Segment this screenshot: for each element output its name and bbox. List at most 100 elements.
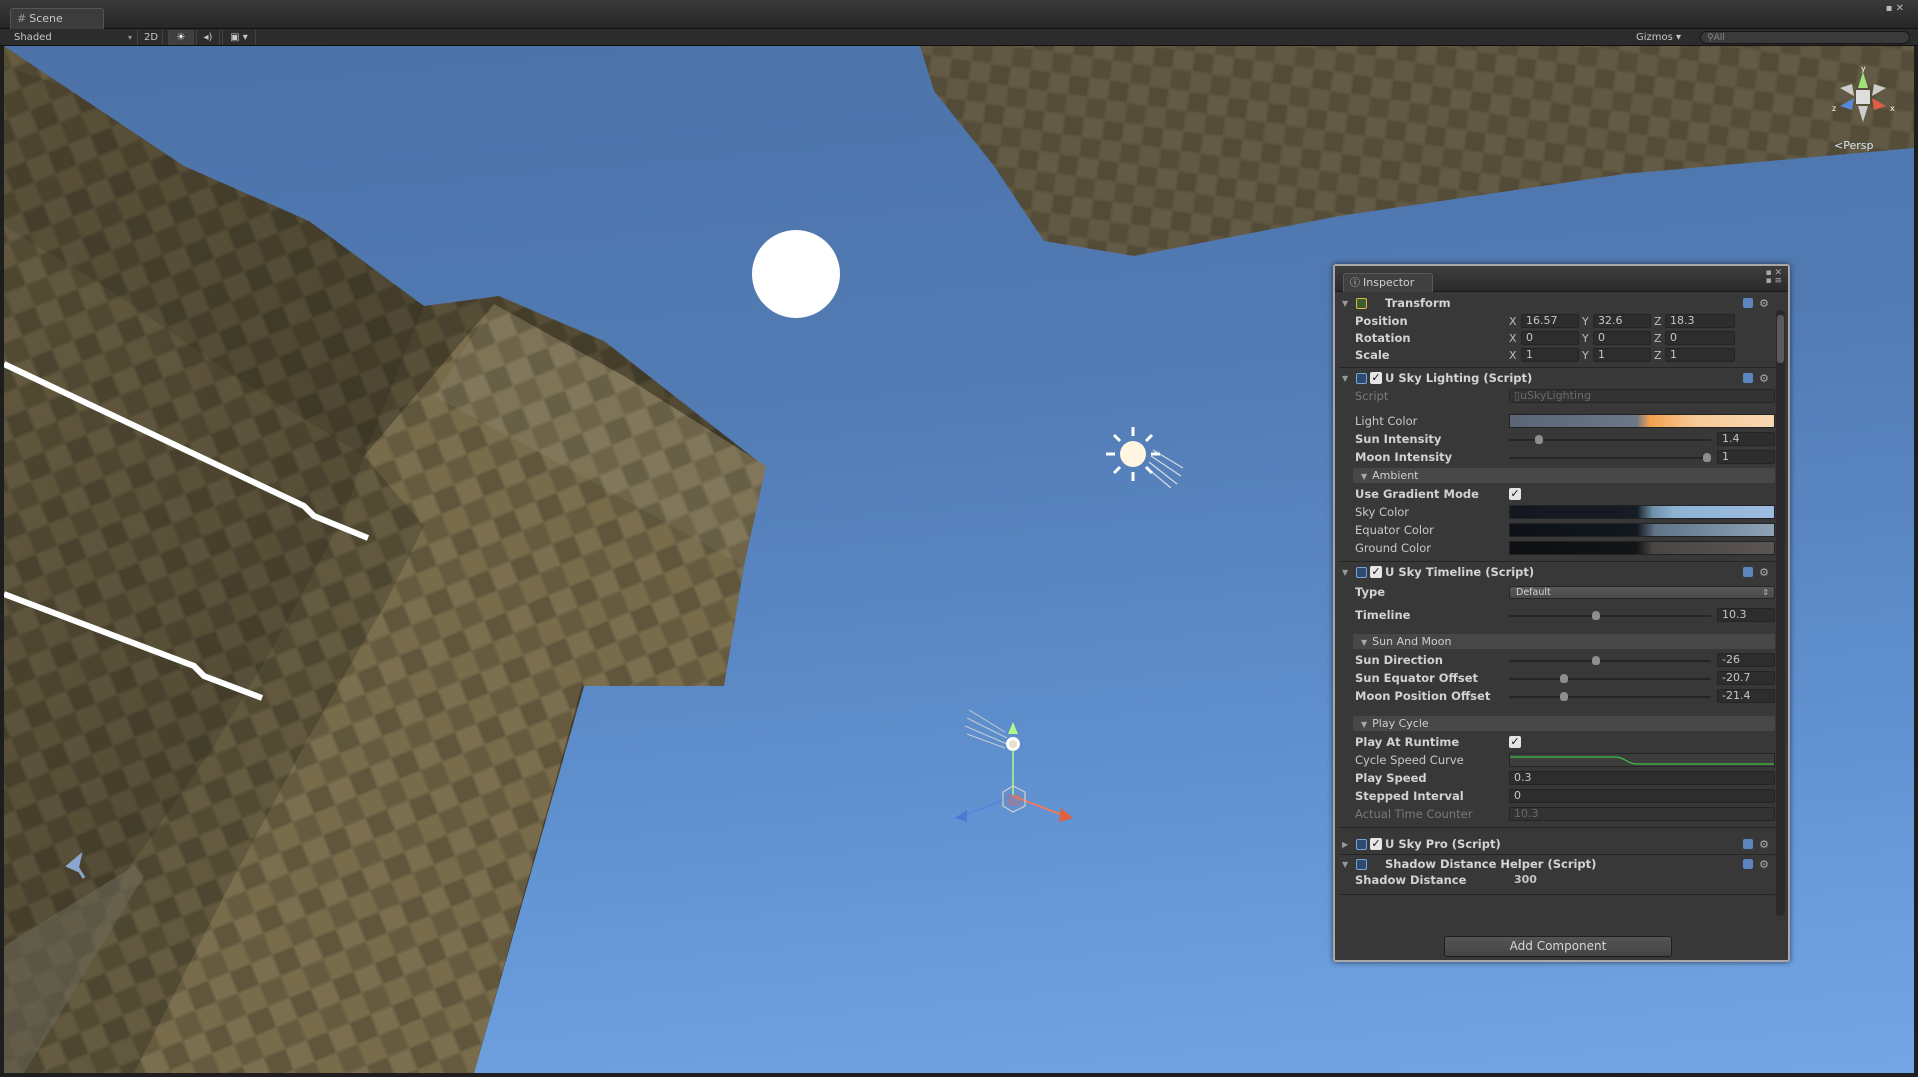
position-label: Position xyxy=(1355,314,1408,328)
sky-lighting-header[interactable]: ▼ ✓ U Sky Lighting (Script) ⚙ xyxy=(1339,369,1775,388)
sun-direction-row: Sun Direction -26 xyxy=(1339,652,1775,669)
ambient-header: ▼ Ambient xyxy=(1353,468,1775,483)
rotation-y-field[interactable]: 0 xyxy=(1593,331,1651,345)
speaker-icon[interactable]: ◂) xyxy=(196,30,220,45)
moon-position-slider[interactable] xyxy=(1509,696,1711,698)
inspector-window-controls[interactable]: ▪ ✕ ▪ ≡ xyxy=(1765,269,1782,286)
position-x-field[interactable]: 16.57 xyxy=(1521,314,1579,328)
sun-equator-slider[interactable] xyxy=(1509,678,1711,680)
component-menu[interactable]: ⚙ xyxy=(1743,369,1769,388)
rotation-z-field[interactable]: 0 xyxy=(1665,331,1735,345)
component-enabled-checkbox[interactable]: ✓ xyxy=(1370,566,1382,578)
slider-knob[interactable] xyxy=(1591,611,1600,620)
slider-knob[interactable] xyxy=(1559,674,1568,683)
add-component-button[interactable]: Add Component xyxy=(1444,936,1672,957)
cycle-curve-label: Cycle Speed Curve xyxy=(1355,753,1464,767)
gizmos-dropdown[interactable]: Gizmos ▾ xyxy=(1636,30,1696,45)
position-z-field[interactable]: 18.3 xyxy=(1665,314,1735,328)
sun-direction-label: Sun Direction xyxy=(1355,653,1443,667)
rotation-x-field[interactable]: 0 xyxy=(1521,331,1579,345)
stepped-interval-field[interactable]: 0 xyxy=(1509,789,1775,803)
moon-intensity-row: Moon Intensity 1 xyxy=(1339,449,1775,466)
sun-icon[interactable]: ☀ xyxy=(168,30,194,45)
type-dropdown[interactable]: Default ⇕ xyxy=(1509,586,1775,599)
gizmos-label: Gizmos xyxy=(1636,32,1673,43)
slider-knob[interactable] xyxy=(1535,435,1544,444)
gear-icon: ⚙ xyxy=(1759,297,1769,310)
inspector-scrollbar[interactable] xyxy=(1776,310,1785,916)
ambient-foldout[interactable]: ▼ Ambient xyxy=(1339,467,1775,484)
image-effects-icon[interactable]: ▣ ▾ xyxy=(222,30,256,45)
play-speed-label: Play Speed xyxy=(1355,771,1427,785)
scene-tabbar: # Scene ▪ ✕ xyxy=(0,0,1918,29)
light-color-gradient[interactable] xyxy=(1509,414,1775,428)
scale-y-field[interactable]: 1 xyxy=(1593,348,1651,362)
moon-intensity-field[interactable]: 1 xyxy=(1717,450,1775,464)
slider-knob[interactable] xyxy=(1702,453,1711,462)
sky-timeline-header[interactable]: ▼ ✓ U Sky Timeline (Script) ⚙ xyxy=(1339,563,1775,582)
scale-x-field[interactable]: 1 xyxy=(1521,348,1579,362)
component-menu[interactable]: ⚙ xyxy=(1743,835,1769,854)
play-speed-field[interactable]: 0.3 xyxy=(1509,771,1775,785)
stepped-interval-label: Stepped Interval xyxy=(1355,789,1464,803)
light-color-row: Light Color xyxy=(1339,413,1775,430)
equator-color-gradient[interactable] xyxy=(1509,523,1775,537)
inspector-tab[interactable]: ⓘ Inspector xyxy=(1343,273,1433,292)
shading-mode-dropdown[interactable]: Shaded ▾ xyxy=(14,30,132,45)
sun-equator-field[interactable]: -20.7 xyxy=(1717,671,1775,685)
sky-pro-header[interactable]: ▶ ✓ U Sky Pro (Script) ⚙ xyxy=(1339,835,1775,854)
scene-tab-label: Scene xyxy=(29,12,63,25)
moon-position-field[interactable]: -21.4 xyxy=(1717,689,1775,703)
cycle-speed-curve[interactable] xyxy=(1509,753,1775,767)
scene-tab[interactable]: # Scene xyxy=(10,8,104,29)
component-menu[interactable]: ⚙ xyxy=(1743,563,1769,582)
use-gradient-checkbox[interactable]: ✓ xyxy=(1509,488,1521,500)
scene-search-input[interactable]: ⚲All xyxy=(1700,31,1910,44)
scale-z-field[interactable]: 1 xyxy=(1665,348,1735,362)
projection-toggle[interactable]: <Persp xyxy=(1834,139,1873,152)
z-label: Z xyxy=(1654,315,1662,328)
type-value: Default xyxy=(1516,587,1551,598)
shadow-distance-field[interactable]: 300 xyxy=(1509,873,1775,887)
component-menu[interactable]: ⚙ xyxy=(1743,294,1769,313)
y-label: Y xyxy=(1582,349,1589,362)
transform-header[interactable]: ▼ Transform ⚙ xyxy=(1339,294,1775,313)
timeline-slider[interactable] xyxy=(1509,615,1711,617)
moon-intensity-slider[interactable] xyxy=(1509,457,1711,459)
sky-timeline-title: U Sky Timeline (Script) xyxy=(1385,565,1535,579)
position-y-field[interactable]: 32.6 xyxy=(1593,314,1651,328)
sun-moon-foldout[interactable]: ▼ Sun And Moon xyxy=(1339,633,1775,650)
chevron-down-icon: ▼ xyxy=(1361,720,1368,729)
sky-color-gradient[interactable] xyxy=(1509,505,1775,519)
play-at-runtime-checkbox[interactable]: ✓ xyxy=(1509,736,1521,748)
scene-toolbar: Shaded ▾ 2D ☀ ◂) ▣ ▾ Gizmos ▾ ⚲All xyxy=(0,29,1918,46)
timeline-field[interactable]: 10.3 xyxy=(1717,608,1775,622)
sun-intensity-field[interactable]: 1.4 xyxy=(1717,432,1775,446)
sun-direction-slider[interactable] xyxy=(1509,660,1711,662)
component-enabled-checkbox[interactable]: ✓ xyxy=(1370,838,1382,850)
orientation-gizmo-icon[interactable]: y x z xyxy=(1828,62,1898,132)
ground-color-gradient[interactable] xyxy=(1509,541,1775,555)
divider xyxy=(1339,367,1775,368)
sun-direction-field[interactable]: -26 xyxy=(1717,653,1775,667)
stepped-interval-row: Stepped Interval 0 xyxy=(1339,788,1775,805)
slider-knob[interactable] xyxy=(1559,692,1568,701)
actual-time-label: Actual Time Counter xyxy=(1355,807,1473,821)
scrollbar-thumb[interactable] xyxy=(1777,315,1784,363)
mode-2d-button[interactable]: 2D xyxy=(137,30,163,45)
help-book-icon xyxy=(1743,567,1754,577)
y-label: Y xyxy=(1582,332,1589,345)
inspector-tab-label: Inspector xyxy=(1363,276,1415,289)
moon-intensity-label: Moon Intensity xyxy=(1355,450,1453,464)
component-enabled-checkbox[interactable]: ✓ xyxy=(1370,372,1382,384)
ambient-title: Ambient xyxy=(1372,469,1419,482)
chevron-right-icon: ▶ xyxy=(1342,840,1349,849)
moon-position-label: Moon Position Offset xyxy=(1355,689,1491,703)
play-cycle-foldout[interactable]: ▼ Play Cycle xyxy=(1339,715,1775,732)
slider-knob[interactable] xyxy=(1591,656,1600,665)
window-controls[interactable]: ▪ ✕ xyxy=(1886,4,1904,14)
play-at-runtime-label: Play At Runtime xyxy=(1355,735,1460,749)
sky-lighting-title: U Sky Lighting (Script) xyxy=(1385,371,1533,385)
divider xyxy=(1339,827,1775,828)
inspector-body: ▼ Transform ⚙ Position X 16.57 Y 32.6 Z … xyxy=(1339,294,1775,958)
